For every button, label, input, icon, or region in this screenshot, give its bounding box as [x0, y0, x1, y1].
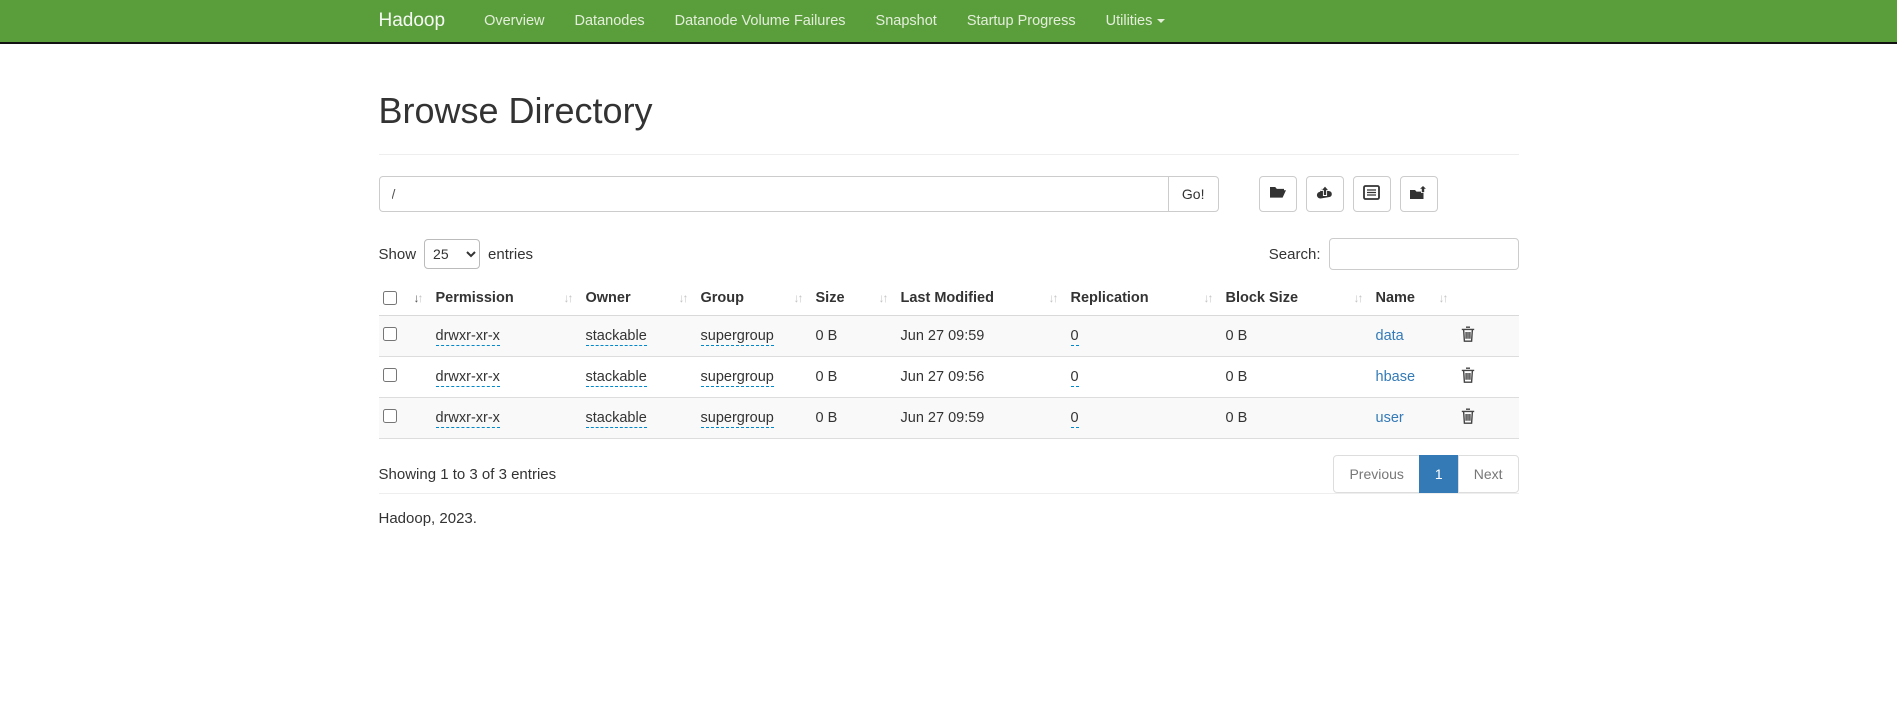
sort-icon: ↓↑: [679, 292, 691, 304]
row-checkbox[interactable]: [383, 368, 397, 382]
nav-item-startup-progress[interactable]: Startup Progress: [952, 13, 1091, 29]
page-size-select[interactable]: 25: [424, 239, 480, 269]
entries-info: Showing 1 to 3 of 3 entries: [379, 466, 557, 483]
row-checkbox[interactable]: [383, 409, 397, 423]
directory-path-input[interactable]: [379, 176, 1169, 212]
table-row: drwxr-xr-x stackable supergroup 0 B Jun …: [379, 357, 1519, 398]
upload-files-button[interactable]: [1306, 176, 1344, 212]
path-bar: Go!: [379, 176, 1519, 212]
last-modified-cell: Jun 27 09:56: [901, 369, 985, 385]
group-cell[interactable]: supergroup: [701, 328, 774, 346]
header-delete: [1459, 282, 1519, 316]
directory-table: ↓↑ Permission ↓↑ Owner ↓↑ Group ↓↑ Size: [379, 282, 1519, 439]
select-all-checkbox[interactable]: [383, 291, 397, 305]
table-row: drwxr-xr-x stackable supergroup 0 B Jun …: [379, 398, 1519, 439]
block-size-cell: 0 B: [1226, 369, 1248, 385]
permission-cell[interactable]: drwxr-xr-x: [436, 328, 500, 346]
footer-text: Hadoop, 2023.: [379, 510, 1519, 527]
nav-item-datanode-volume-failures[interactable]: Datanode Volume Failures: [660, 13, 861, 29]
search-input[interactable]: [1329, 238, 1519, 270]
sort-icon: ↓↑: [794, 292, 806, 304]
header-block-size[interactable]: Block Size ↓↑: [1224, 282, 1374, 316]
header-replication[interactable]: Replication ↓↑: [1069, 282, 1224, 316]
permission-cell[interactable]: drwxr-xr-x: [436, 410, 500, 428]
cloud-upload-icon: [1316, 185, 1334, 203]
directory-link[interactable]: data: [1376, 328, 1404, 344]
size-cell: 0 B: [816, 328, 838, 344]
nav-item-overview[interactable]: Overview: [469, 13, 559, 29]
delete-button[interactable]: [1461, 408, 1475, 427]
nav-item-datanodes[interactable]: Datanodes: [560, 13, 660, 29]
trash-icon: [1461, 326, 1475, 345]
sort-icon: ↓↑: [564, 292, 576, 304]
trash-icon: [1461, 367, 1475, 386]
move-directory-button[interactable]: [1400, 176, 1438, 212]
delete-button[interactable]: [1461, 326, 1475, 345]
header-owner[interactable]: Owner ↓↑: [584, 282, 699, 316]
block-size-cell: 0 B: [1226, 410, 1248, 426]
nav-item-snapshot[interactable]: Snapshot: [861, 13, 952, 29]
sort-icon: ↓↑: [1354, 292, 1366, 304]
sort-icon: ↓↑: [1204, 292, 1216, 304]
cut-paste-button[interactable]: [1353, 176, 1391, 212]
page-title: Browse Directory: [379, 90, 1519, 132]
footer-divider: [379, 493, 1519, 494]
brand-hadoop[interactable]: Hadoop: [379, 10, 446, 32]
owner-cell[interactable]: stackable: [586, 328, 647, 346]
top-navbar: Hadoop Overview Datanodes Datanode Volum…: [0, 0, 1897, 44]
replication-cell[interactable]: 0: [1071, 410, 1079, 428]
last-modified-cell: Jun 27 09:59: [901, 328, 985, 344]
folder-open-icon: [1269, 185, 1287, 203]
sort-icon: ↓↑: [1439, 292, 1451, 304]
block-size-cell: 0 B: [1226, 328, 1248, 344]
group-cell[interactable]: supergroup: [701, 410, 774, 428]
table-controls: Show 25 entries Search:: [379, 238, 1519, 270]
nav-item-utilities-dropdown[interactable]: Utilities: [1091, 13, 1181, 29]
group-cell[interactable]: supergroup: [701, 369, 774, 387]
pagination: Previous 1 Next: [1333, 455, 1518, 493]
header-last-modified[interactable]: Last Modified ↓↑: [899, 282, 1069, 316]
header-group[interactable]: Group ↓↑: [699, 282, 814, 316]
title-divider: [379, 154, 1519, 155]
pagination-page-1[interactable]: 1: [1419, 455, 1459, 493]
sort-icon: ↓↑: [1049, 292, 1061, 304]
size-cell: 0 B: [816, 369, 838, 385]
create-directory-button[interactable]: [1259, 176, 1297, 212]
table-row: drwxr-xr-x stackable supergroup 0 B Jun …: [379, 316, 1519, 357]
chevron-down-icon: [1157, 19, 1165, 23]
entries-label: entries: [488, 246, 533, 263]
size-cell: 0 B: [816, 410, 838, 426]
header-select-all[interactable]: ↓↑: [379, 282, 434, 316]
pagination-previous[interactable]: Previous: [1333, 455, 1419, 493]
replication-cell[interactable]: 0: [1071, 369, 1079, 387]
owner-cell[interactable]: stackable: [586, 369, 647, 387]
table-header-row: ↓↑ Permission ↓↑ Owner ↓↑ Group ↓↑ Size: [379, 282, 1519, 316]
header-size[interactable]: Size ↓↑: [814, 282, 899, 316]
table-footer-controls: Showing 1 to 3 of 3 entries Previous 1 N…: [379, 455, 1519, 493]
header-name[interactable]: Name ↓↑: [1374, 282, 1459, 316]
last-modified-cell: Jun 27 09:59: [901, 410, 985, 426]
replication-cell[interactable]: 0: [1071, 328, 1079, 346]
owner-cell[interactable]: stackable: [586, 410, 647, 428]
show-label: Show: [379, 246, 417, 263]
permission-cell[interactable]: drwxr-xr-x: [436, 369, 500, 387]
header-permission[interactable]: Permission ↓↑: [434, 282, 584, 316]
pagination-next[interactable]: Next: [1458, 455, 1519, 493]
delete-button[interactable]: [1461, 367, 1475, 386]
directory-link[interactable]: user: [1376, 410, 1404, 426]
sort-icon: ↓↑: [414, 292, 426, 304]
list-alt-icon: [1363, 185, 1380, 203]
search-label: Search:: [1269, 246, 1321, 263]
folder-move-icon: [1409, 185, 1428, 204]
go-button[interactable]: Go!: [1168, 176, 1219, 212]
sort-icon: ↓↑: [879, 292, 891, 304]
row-checkbox[interactable]: [383, 327, 397, 341]
trash-icon: [1461, 408, 1475, 427]
directory-link[interactable]: hbase: [1376, 369, 1416, 385]
